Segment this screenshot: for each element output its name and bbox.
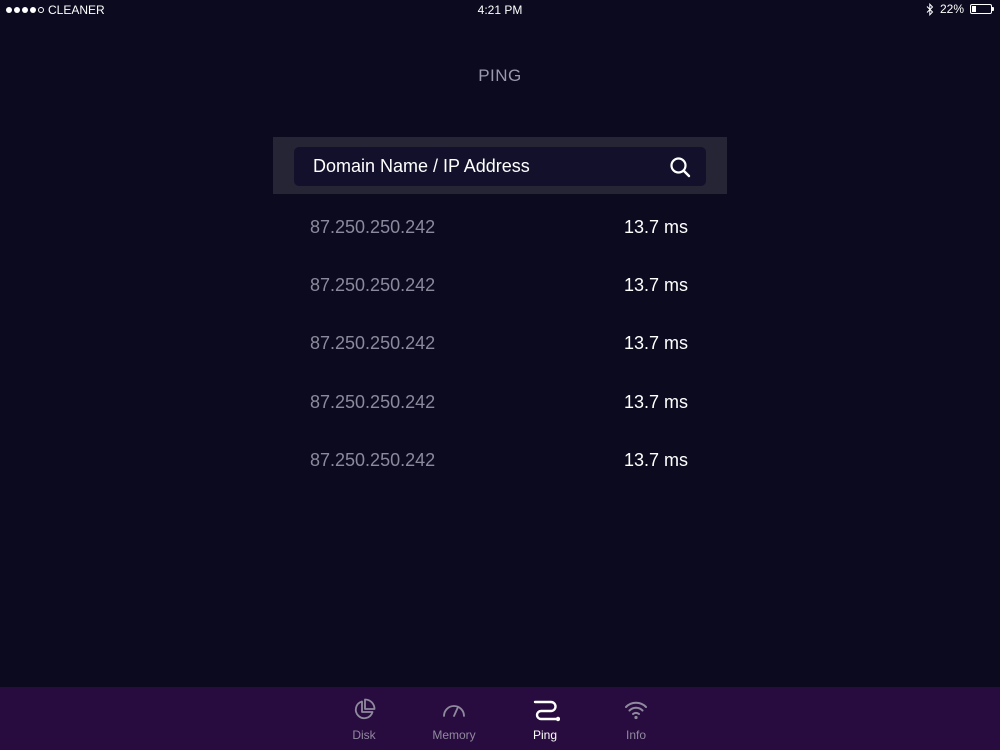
battery-fill (972, 6, 976, 12)
result-row: 87.250.250.242 13.7 ms (310, 207, 690, 265)
status-right: 22% (926, 2, 994, 16)
result-ip: 87.250.250.242 (310, 217, 436, 237)
result-time: 13.7 ms (623, 391, 688, 412)
result-ip: 87.250.250.242 (310, 275, 436, 296)
page-title: PING (478, 66, 522, 85)
result-row: 87.250.250.242 13.7 ms (310, 440, 690, 498)
result-row: 87.250.250.242 13.7 ms (310, 323, 690, 381)
result-row: 87.250.250.242 13.7 ms (310, 382, 690, 440)
tab-ping[interactable]: Ping (510, 687, 580, 750)
battery-percent: 22% (939, 2, 964, 16)
wifi-icon (625, 701, 647, 720)
search-input[interactable] (313, 147, 653, 186)
tab-label: Info (625, 728, 646, 742)
status-bar: CLEANER 4:21 PM 22% (0, 0, 1000, 20)
result-row: 87.250.250.242 13.7 ms (310, 265, 690, 323)
battery-icon (970, 4, 994, 14)
tab-label: Memory (432, 728, 476, 742)
result-time: 13.7 ms (623, 333, 688, 354)
result-time: 13.7 ms (623, 217, 688, 237)
search-panel (273, 137, 727, 194)
result-ip: 87.250.250.242 (310, 449, 436, 470)
search-box (294, 147, 706, 186)
gauge-icon (443, 705, 465, 717)
route-icon (533, 700, 560, 722)
pie-chart-icon (354, 698, 376, 720)
result-ip: 87.250.250.242 (310, 333, 436, 354)
result-time: 13.7 ms (623, 449, 688, 470)
search-icon[interactable] (669, 156, 691, 178)
tab-label: Disk (352, 728, 376, 742)
result-ip: 87.250.250.242 (310, 391, 436, 412)
bluetooth-icon (926, 2, 934, 16)
tab-disk[interactable]: Disk (329, 687, 399, 750)
tab-bar: Disk Memory Ping Info (0, 687, 1000, 750)
status-time: 4:21 PM (477, 3, 523, 17)
tab-info[interactable]: Info (601, 687, 671, 750)
result-time: 13.7 ms (623, 275, 688, 296)
ping-results-list: 87.250.250.242 13.7 ms 87.250.250.242 13… (310, 207, 690, 498)
tab-label: Ping (532, 728, 558, 742)
tab-memory[interactable]: Memory (419, 687, 489, 750)
